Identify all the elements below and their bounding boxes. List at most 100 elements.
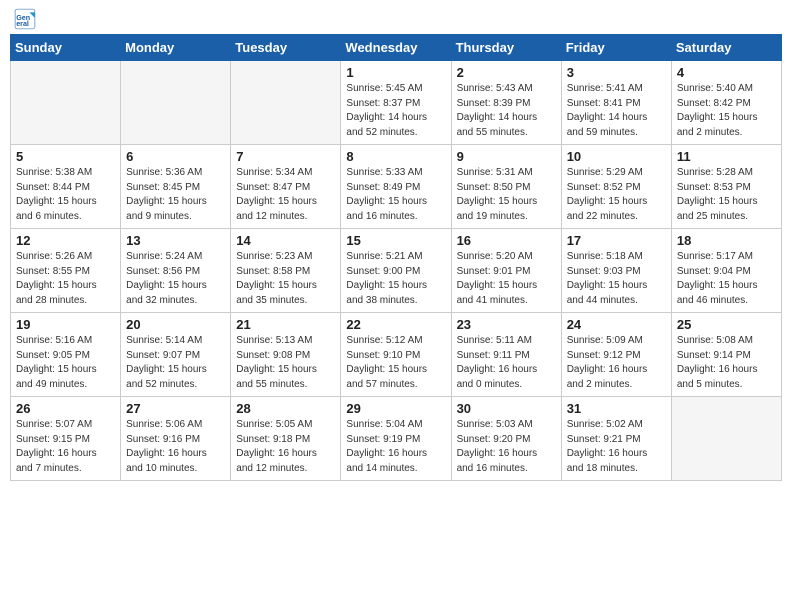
day-number: 13 [126, 233, 225, 248]
day-number: 8 [346, 149, 445, 164]
day-info: Sunrise: 5:06 AM Sunset: 9:16 PM Dayligh… [126, 418, 225, 476]
logo: Gen eral [14, 10, 38, 30]
day-cell: 6Sunrise: 5:36 AM Sunset: 8:45 PM Daylig… [121, 145, 231, 229]
day-cell: 17 Sunrise: 5:18 AM Sunset: 9:03 PM Dayli… [561, 229, 671, 313]
day-number: 2 [457, 65, 556, 80]
day-cell: 15Sunrise: 5:21 AM Sunset: 9:00 PM Dayli… [341, 229, 451, 313]
day-info: Sunrise: 5:24 AM Sunset: 8:56 PM Dayligh… [126, 250, 225, 308]
day-cell: 7 Sunrise: 5:34 AM Sunset: 8:47 PM Daylig… [231, 145, 341, 229]
day-cell: 5Sunrise: 5:38 AM Sunset: 8:44 PM Daylig… [11, 145, 121, 229]
day-cell: 16 Sunrise: 5:20 AM Sunset: 9:01 PM Dayli… [451, 229, 561, 313]
day-info: Sunrise: 5:14 AM Sunset: 9:07 PM Dayligh… [126, 334, 225, 392]
day-cell: 11 Sunrise: 5:28 AM Sunset: 8:53 PM Dayli… [671, 145, 781, 229]
day-number: 12 [16, 233, 115, 248]
day-number: 28 [236, 401, 335, 416]
logo-icon: Gen eral [14, 8, 36, 30]
day-cell: 22 Sunrise: 5:12 AM Sunset: 9:10 PM Dayli… [341, 313, 451, 397]
day-info: Sunrise: 5:20 AM Sunset: 9:01 PM Dayligh… [457, 250, 556, 308]
day-cell: 24 Sunrise: 5:09 AM Sunset: 9:12 PM Dayli… [561, 313, 671, 397]
day-cell: 1 Sunrise: 5:45 AM Sunset: 8:37 PM Daylig… [341, 61, 451, 145]
day-cell: 4 Sunrise: 5:40 AM Sunset: 8:42 PM Daylig… [671, 61, 781, 145]
weekday-header-friday: Friday [561, 35, 671, 61]
day-cell: 12Sunrise: 5:26 AM Sunset: 8:55 PM Dayli… [11, 229, 121, 313]
day-cell: 8 Sunrise: 5:33 AM Sunset: 8:49 PM Daylig… [341, 145, 451, 229]
day-info: Sunrise: 5:07 AM Sunset: 9:15 PM Dayligh… [16, 418, 115, 476]
day-number: 27 [126, 401, 225, 416]
day-info: Sunrise: 5:38 AM Sunset: 8:44 PM Dayligh… [16, 166, 115, 224]
week-row-2: 5Sunrise: 5:38 AM Sunset: 8:44 PM Daylig… [11, 145, 782, 229]
day-info: Sunrise: 5:04 AM Sunset: 9:19 PM Dayligh… [346, 418, 445, 476]
weekday-header-thursday: Thursday [451, 35, 561, 61]
week-row-5: 26 Sunrise: 5:07 AM Sunset: 9:15 PM Dayli… [11, 397, 782, 481]
day-info: Sunrise: 5:18 AM Sunset: 9:03 PM Dayligh… [567, 250, 666, 308]
day-cell: 31 Sunrise: 5:02 AM Sunset: 9:21 PM Dayli… [561, 397, 671, 481]
day-number: 16 [457, 233, 556, 248]
day-number: 11 [677, 149, 776, 164]
day-info: Sunrise: 5:33 AM Sunset: 8:49 PM Dayligh… [346, 166, 445, 224]
day-info: Sunrise: 5:09 AM Sunset: 9:12 PM Dayligh… [567, 334, 666, 392]
day-cell: 21Sunrise: 5:13 AM Sunset: 9:08 PM Dayli… [231, 313, 341, 397]
day-cell: 3 Sunrise: 5:41 AM Sunset: 8:41 PM Daylig… [561, 61, 671, 145]
day-number: 23 [457, 317, 556, 332]
day-cell: 25Sunrise: 5:08 AM Sunset: 9:14 PM Dayli… [671, 313, 781, 397]
day-number: 1 [346, 65, 445, 80]
day-info: Sunrise: 5:17 AM Sunset: 9:04 PM Dayligh… [677, 250, 776, 308]
day-cell [121, 61, 231, 145]
day-cell: 9 Sunrise: 5:31 AM Sunset: 8:50 PM Daylig… [451, 145, 561, 229]
day-cell: 30 Sunrise: 5:03 AM Sunset: 9:20 PM Dayli… [451, 397, 561, 481]
day-number: 22 [346, 317, 445, 332]
day-number: 3 [567, 65, 666, 80]
day-number: 20 [126, 317, 225, 332]
day-number: 24 [567, 317, 666, 332]
weekday-header-tuesday: Tuesday [231, 35, 341, 61]
day-info: Sunrise: 5:21 AM Sunset: 9:00 PM Dayligh… [346, 250, 445, 308]
day-number: 25 [677, 317, 776, 332]
day-number: 30 [457, 401, 556, 416]
day-cell: 20 Sunrise: 5:14 AM Sunset: 9:07 PM Dayli… [121, 313, 231, 397]
day-cell: 10 Sunrise: 5:29 AM Sunset: 8:52 PM Dayli… [561, 145, 671, 229]
day-info: Sunrise: 5:05 AM Sunset: 9:18 PM Dayligh… [236, 418, 335, 476]
day-number: 29 [346, 401, 445, 416]
day-number: 14 [236, 233, 335, 248]
day-cell: 13 Sunrise: 5:24 AM Sunset: 8:56 PM Dayli… [121, 229, 231, 313]
weekday-header-saturday: Saturday [671, 35, 781, 61]
day-cell [11, 61, 121, 145]
day-cell: 19Sunrise: 5:16 AM Sunset: 9:05 PM Dayli… [11, 313, 121, 397]
day-info: Sunrise: 5:40 AM Sunset: 8:42 PM Dayligh… [677, 82, 776, 140]
day-number: 7 [236, 149, 335, 164]
day-number: 18 [677, 233, 776, 248]
day-number: 26 [16, 401, 115, 416]
day-cell: 18 Sunrise: 5:17 AM Sunset: 9:04 PM Dayli… [671, 229, 781, 313]
page-header: Gen eral [10, 10, 782, 30]
day-cell: 2Sunrise: 5:43 AM Sunset: 8:39 PM Daylig… [451, 61, 561, 145]
week-row-4: 19Sunrise: 5:16 AM Sunset: 9:05 PM Dayli… [11, 313, 782, 397]
day-number: 4 [677, 65, 776, 80]
day-number: 6 [126, 149, 225, 164]
day-info: Sunrise: 5:41 AM Sunset: 8:41 PM Dayligh… [567, 82, 666, 140]
day-number: 31 [567, 401, 666, 416]
week-row-3: 12Sunrise: 5:26 AM Sunset: 8:55 PM Dayli… [11, 229, 782, 313]
day-number: 10 [567, 149, 666, 164]
weekday-header-row: SundayMondayTuesdayWednesdayThursdayFrid… [11, 35, 782, 61]
day-info: Sunrise: 5:02 AM Sunset: 9:21 PM Dayligh… [567, 418, 666, 476]
weekday-header-wednesday: Wednesday [341, 35, 451, 61]
day-cell: 28 Sunrise: 5:05 AM Sunset: 9:18 PM Dayli… [231, 397, 341, 481]
day-info: Sunrise: 5:45 AM Sunset: 8:37 PM Dayligh… [346, 82, 445, 140]
day-info: Sunrise: 5:16 AM Sunset: 9:05 PM Dayligh… [16, 334, 115, 392]
day-info: Sunrise: 5:23 AM Sunset: 8:58 PM Dayligh… [236, 250, 335, 308]
day-cell: 29 Sunrise: 5:04 AM Sunset: 9:19 PM Dayli… [341, 397, 451, 481]
weekday-header-sunday: Sunday [11, 35, 121, 61]
day-info: Sunrise: 5:29 AM Sunset: 8:52 PM Dayligh… [567, 166, 666, 224]
day-info: Sunrise: 5:11 AM Sunset: 9:11 PM Dayligh… [457, 334, 556, 392]
day-cell [671, 397, 781, 481]
day-info: Sunrise: 5:03 AM Sunset: 9:20 PM Dayligh… [457, 418, 556, 476]
day-cell [231, 61, 341, 145]
day-info: Sunrise: 5:12 AM Sunset: 9:10 PM Dayligh… [346, 334, 445, 392]
weekday-header-monday: Monday [121, 35, 231, 61]
day-info: Sunrise: 5:31 AM Sunset: 8:50 PM Dayligh… [457, 166, 556, 224]
day-info: Sunrise: 5:34 AM Sunset: 8:47 PM Dayligh… [236, 166, 335, 224]
day-cell: 14 Sunrise: 5:23 AM Sunset: 8:58 PM Dayli… [231, 229, 341, 313]
day-number: 17 [567, 233, 666, 248]
day-info: Sunrise: 5:28 AM Sunset: 8:53 PM Dayligh… [677, 166, 776, 224]
day-number: 9 [457, 149, 556, 164]
